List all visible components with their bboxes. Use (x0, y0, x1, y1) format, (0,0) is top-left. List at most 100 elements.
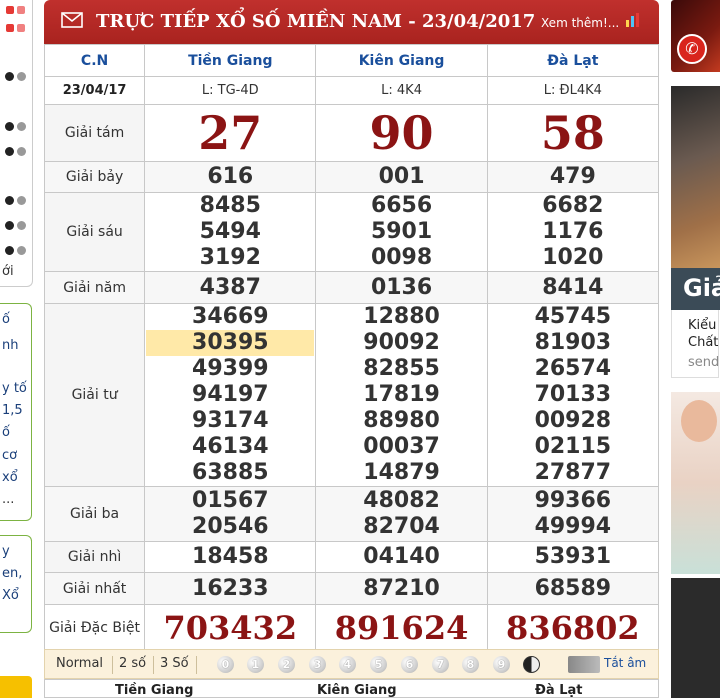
prize-number: 90092 (363, 330, 440, 355)
left-news-box[interactable]: ố nh y tố 1,5 ố cơ xổ ... (0, 303, 32, 521)
special-prize-number: 891624 (334, 609, 469, 647)
mail-icon (61, 12, 83, 28)
prize-number: 16233 (192, 575, 269, 601)
prize-number: 1020 (542, 245, 604, 270)
digit-7-button[interactable]: 7 (432, 656, 449, 673)
yin-yang-icon[interactable] (523, 656, 540, 673)
digit-5-button[interactable]: 5 (370, 656, 387, 673)
prize-number: 34669 (192, 304, 269, 329)
digit-6-button[interactable]: 6 (401, 656, 418, 673)
left-news-text[interactable]: ố (2, 312, 10, 327)
digit-2-button[interactable]: 2 (278, 656, 295, 673)
province-da-lat[interactable]: Đà Lạt (486, 44, 660, 77)
digit-0-button[interactable]: 0 (217, 656, 234, 673)
prize-number: 5901 (370, 219, 433, 244)
prize-number: 6656 (370, 193, 433, 218)
digit-3-button[interactable]: 3 (309, 656, 326, 673)
see-more-link[interactable]: Xem thêm!... (541, 16, 619, 30)
left-news-text[interactable]: xổ (2, 470, 18, 485)
normal-mode-button[interactable]: Normal (56, 656, 103, 671)
digit-4-button[interactable]: 4 (339, 656, 356, 673)
prize-row-4: Giải tư 34669 30395 49399 94197 93174 46… (43, 303, 660, 487)
prize-number: 70133 (534, 382, 612, 407)
left-news-text[interactable]: Xổ (2, 588, 19, 603)
province-tien-giang[interactable]: Tiền Giang (144, 44, 317, 77)
highlighted-prize-number: 30395 (146, 330, 315, 356)
three-digit-mode-button[interactable]: 3 Số (160, 656, 189, 671)
left-widget-box: ới (0, 0, 33, 287)
prize-row-6: Giải sáu 8485 5494 3192 6656 5901 0098 6… (43, 192, 660, 272)
two-digit-mode-button[interactable]: 2 số (119, 656, 146, 671)
prize-number: 00928 (534, 408, 612, 433)
left-news-text[interactable]: y (2, 544, 10, 559)
prize-row-5: Giải năm 4387 0136 8414 (43, 271, 660, 304)
prize-row-8: Giải tám 27 90 58 (43, 104, 660, 162)
left-news-text[interactable]: ố (2, 425, 10, 440)
draw-date: 23/04/17 (43, 76, 146, 105)
sound-icon[interactable] (568, 656, 600, 673)
dot-icon (17, 122, 26, 131)
prize-number: 18458 (192, 544, 269, 569)
panel-header: TRỰC TIẾP XỔ SỐ MIỀN NAM - 23/04/2017 Xe… (44, 0, 659, 44)
prize-number: 26574 (534, 356, 612, 381)
prize-number: 479 (549, 164, 596, 189)
display-toolbar: Normal 2 số 3 Số 0 1 2 3 4 5 6 7 8 9 Tắt… (44, 649, 659, 679)
prize-number: 88980 (363, 408, 440, 433)
left-text[interactable]: ới (2, 264, 14, 279)
lottery-ball-icon[interactable] (0, 676, 32, 698)
digit-8-button[interactable]: 8 (462, 656, 479, 673)
digit-9-button[interactable]: 9 (493, 656, 510, 673)
next-province-label[interactable]: Tiền Giang (115, 683, 193, 698)
next-province-label[interactable]: Kiên Giang (317, 683, 397, 698)
left-news-text[interactable]: cơ (2, 448, 17, 463)
right-ad-column: ✆ Giả Kiểu Chất send (667, 0, 720, 698)
digit-1-button[interactable]: 1 (247, 656, 264, 673)
red-square-icon (17, 24, 25, 32)
prize-label: Giải tám (43, 104, 146, 162)
prize-number: 04140 (363, 544, 440, 569)
phone-icon[interactable]: ✆ (677, 34, 707, 64)
prize-number: 82704 (363, 514, 440, 539)
next-province-label[interactable]: Đà Lạt (535, 683, 582, 698)
dot-icon (5, 72, 14, 81)
left-news-text[interactable]: ... (2, 492, 14, 507)
page-title: TRỰC TIẾP XỔ SỐ MIỀN NAM - 23/04/2017 (96, 11, 536, 32)
prize-number: 01567 (192, 488, 269, 513)
prize-number: 20546 (192, 514, 269, 539)
prize-number: 6682 (542, 193, 604, 218)
ad-image[interactable] (671, 578, 720, 698)
prize-number: 63885 (192, 460, 269, 485)
prize-number: 49994 (534, 514, 612, 539)
prize-number: 53931 (534, 544, 612, 569)
left-news-text[interactable]: nh (2, 338, 18, 353)
prize-label: Giải năm (43, 271, 146, 304)
left-sidebar-fragment: ới ố nh y tố 1,5 ố cơ xổ ... y en, Xổ (0, 0, 40, 698)
weekday-label: C.N (43, 44, 146, 77)
prize-number: 14879 (363, 460, 440, 485)
code-row: 23/04/17 L: TG-4D L: 4K4 L: ĐL4K4 (43, 76, 660, 105)
ad-sponsor[interactable]: send (688, 355, 719, 370)
left-news-text[interactable]: 1,5 (2, 403, 23, 418)
dot-icon (5, 196, 14, 205)
mute-button[interactable]: Tắt âm (604, 656, 646, 670)
prize-number: 27 (198, 106, 263, 160)
ad-image[interactable] (671, 86, 720, 268)
bar-chart-icon[interactable] (625, 11, 643, 27)
prize-number: 4387 (199, 274, 261, 300)
dot-icon (17, 72, 26, 81)
ad-photo-face (681, 400, 717, 442)
province-kien-giang[interactable]: Kiên Giang (315, 44, 488, 77)
ad-title[interactable]: Giả (683, 274, 720, 302)
ad-text[interactable]: Chất (688, 335, 718, 350)
dot-icon (5, 221, 14, 230)
left-news-text[interactable]: y tố (2, 381, 27, 396)
prize-label: Giải nhì (43, 541, 146, 573)
ad-text[interactable]: Kiểu (688, 318, 716, 333)
prize-number: 93174 (192, 408, 269, 433)
toolbar-divider (153, 656, 154, 674)
left-news-text[interactable]: en, (2, 566, 22, 581)
prize-row-2: Giải nhì 18458 04140 53931 (43, 541, 660, 573)
prize-number: 49399 (192, 356, 269, 381)
special-prize-number: 836802 (506, 609, 640, 647)
left-news-box[interactable]: y en, Xổ (0, 535, 32, 633)
